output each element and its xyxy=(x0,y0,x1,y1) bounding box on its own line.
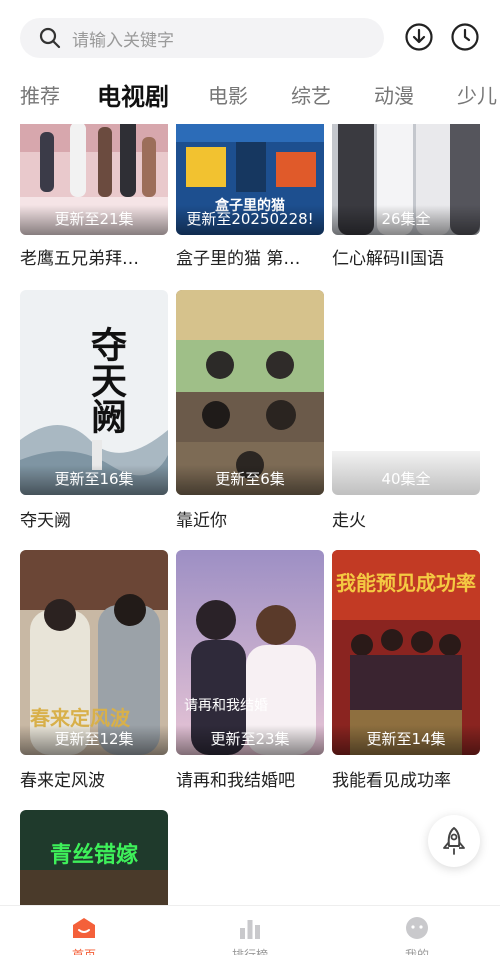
episode-badge: 更新至20250228! xyxy=(176,205,324,235)
bottom-nav: 首页 排行榜 我的 xyxy=(0,905,500,955)
svg-text:我能预见成功率: 我能预见成功率 xyxy=(336,571,476,595)
tab-anime[interactable]: 动漫 xyxy=(374,80,414,109)
video-title[interactable]: 老鹰五兄弟拜… xyxy=(20,244,170,269)
poster-image[interactable]: 请再和我结婚 更新至23集 xyxy=(176,550,324,755)
video-title[interactable]: 请再和我结婚吧 xyxy=(176,766,326,791)
top-bar: 请输入关键字 xyxy=(0,0,500,68)
search-placeholder: 请输入关键字 xyxy=(72,30,174,51)
tab-tv-series[interactable]: 电视剧 xyxy=(97,77,169,112)
rank-chart-icon xyxy=(240,920,260,939)
poster-image[interactable]: 春来定风波 更新至12集 xyxy=(20,550,168,755)
svg-text:夺天阙: 夺天阙 xyxy=(85,326,127,434)
svg-text:青丝错嫁: 青丝错嫁 xyxy=(50,842,138,868)
clock-icon[interactable] xyxy=(450,22,480,52)
episode-badge: 更新至6集 xyxy=(176,465,324,495)
episode-badge: 更新至23集 xyxy=(176,725,324,755)
nav-profile[interactable]: 我的 xyxy=(387,916,447,955)
profile-icon xyxy=(406,917,428,939)
video-title[interactable]: 仁心解码II国语 xyxy=(332,244,482,269)
back-to-top-button[interactable] xyxy=(428,815,480,867)
episode-badge: 更新至12集 xyxy=(20,725,168,755)
episode-badge: 更新至14集 xyxy=(332,725,480,755)
video-title[interactable]: 靠近你 xyxy=(176,506,326,531)
tab-variety[interactable]: 综艺 xyxy=(291,80,331,109)
nav-rank[interactable]: 排行榜 xyxy=(220,916,280,955)
home-icon xyxy=(73,918,95,938)
video-title[interactable]: 盒子里的猫 第… xyxy=(176,244,326,269)
poster-image[interactable]: 青丝错嫁 xyxy=(20,810,168,910)
tab-movie[interactable]: 电影 xyxy=(208,80,248,109)
poster-image[interactable]: 40集全 xyxy=(332,290,480,495)
poster-image[interactable]: 我能预见成功率 更新至14集 xyxy=(332,550,480,755)
episode-badge: 26集全 xyxy=(332,205,480,235)
poster-image[interactable]: 更新至6集 xyxy=(176,290,324,495)
video-title[interactable]: 春来定风波 xyxy=(20,766,170,791)
search-icon xyxy=(39,27,61,49)
video-title[interactable]: 走火 xyxy=(332,506,482,531)
episode-badge: 更新至21集 xyxy=(20,205,168,235)
nav-home-label: 首页 xyxy=(71,948,96,955)
nav-rank-label: 排行榜 xyxy=(231,948,268,955)
tab-kids[interactable]: 少儿 xyxy=(457,80,497,109)
nav-home[interactable]: 首页 xyxy=(54,916,114,955)
tab-recommend[interactable]: 推荐 xyxy=(20,80,60,109)
svg-text:请再和我结婚: 请再和我结婚 xyxy=(184,698,268,714)
episode-badge: 更新至16集 xyxy=(20,465,168,495)
video-title[interactable]: 我能看见成功率 xyxy=(332,766,482,791)
video-grid: 更新至21集 老鹰五兄弟拜… 盒子里的猫 更新至20250228! 盒子里的猫 … xyxy=(0,0,500,955)
search-input[interactable]: 请输入关键字 xyxy=(20,18,384,58)
rocket-icon xyxy=(443,827,465,855)
download-icon[interactable] xyxy=(404,22,434,52)
category-tabs: 推荐 电视剧 电影 综艺 动漫 少儿 xyxy=(0,72,500,124)
video-title[interactable]: 夺天阙 xyxy=(20,506,170,531)
nav-profile-label: 我的 xyxy=(404,948,429,955)
poster-image[interactable]: 夺天阙 更新至16集 xyxy=(20,290,168,495)
episode-badge: 40集全 xyxy=(332,451,480,495)
